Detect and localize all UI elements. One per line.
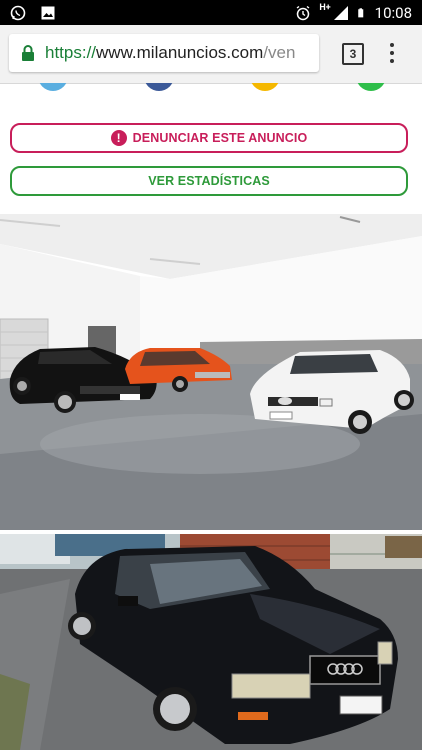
warning-icon: ! (110, 130, 127, 146)
status-bar: H+ 10:08 (0, 0, 422, 25)
url-bar[interactable]: https://www.milanuncios.com/ven (9, 34, 319, 72)
overflow-menu-button[interactable] (386, 41, 398, 65)
image-icon (41, 6, 55, 19)
email-share-icon[interactable] (250, 83, 280, 91)
audi-v8-photo[interactable] (0, 534, 422, 750)
alarm-icon (296, 5, 310, 20)
signal-icon (333, 5, 348, 20)
whatsapp-share-icon[interactable] (356, 83, 386, 91)
battery-icon (357, 7, 363, 17)
view-stats-label: VER ESTADÍSTICAS (148, 174, 270, 188)
garage-cars-photo[interactable] (0, 214, 422, 530)
share-buttons-row (0, 83, 422, 113)
lock-icon (22, 45, 34, 61)
tab-switcher-button[interactable]: 3 (342, 43, 364, 65)
url-scheme: https:// (45, 43, 97, 62)
whatsapp-icon (10, 5, 26, 20)
clock: 10:08 (374, 3, 412, 22)
report-ad-button[interactable]: ! DENUNCIAR ESTE ANUNCIO (10, 123, 408, 153)
url-host: www.milanuncios.com (96, 43, 264, 62)
network-type: H+ (319, 2, 331, 13)
url-path: /ven (263, 43, 296, 62)
tab-count: 3 (349, 47, 357, 61)
report-ad-label: DENUNCIAR ESTE ANUNCIO (132, 131, 308, 145)
twitter-share-icon[interactable] (38, 83, 68, 91)
browser-toolbar: https://www.milanuncios.com/ven 3 (0, 25, 422, 84)
facebook-share-icon[interactable] (144, 83, 174, 91)
url-text: https://www.milanuncios.com/ven (45, 43, 295, 63)
view-stats-button[interactable]: VER ESTADÍSTICAS (10, 166, 408, 196)
